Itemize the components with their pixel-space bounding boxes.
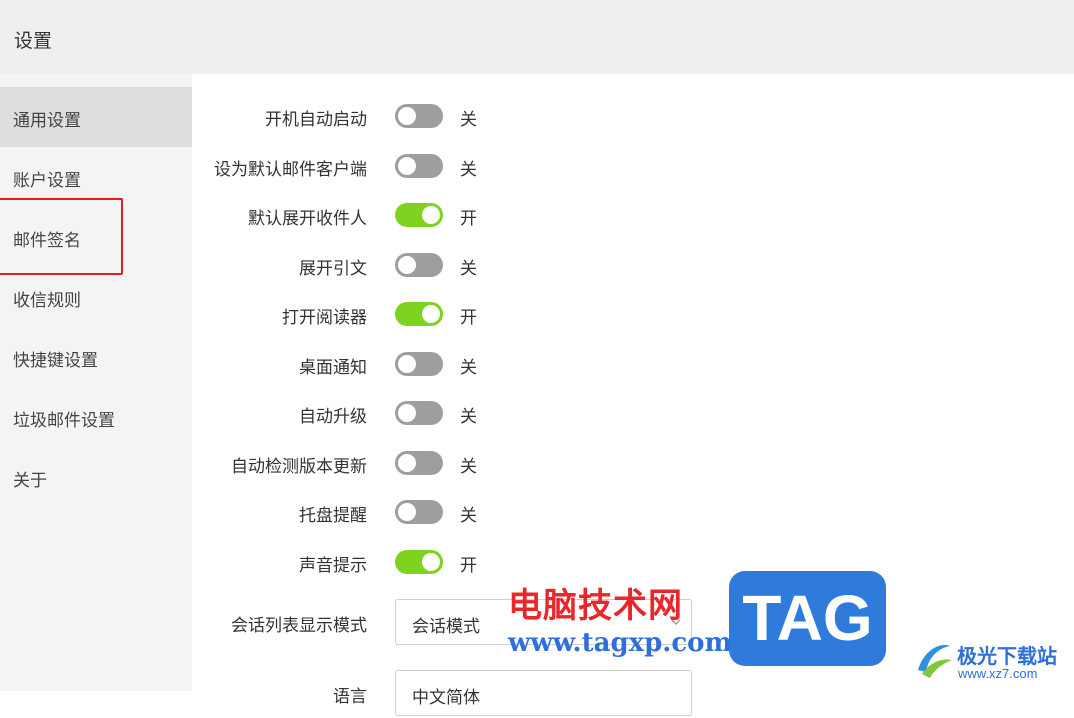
- toggle-switch[interactable]: [395, 154, 443, 178]
- toggle-switch[interactable]: [395, 352, 443, 376]
- toggle-switch[interactable]: [395, 451, 443, 475]
- sidebar-item-label: 账户设置: [13, 171, 81, 191]
- toggle-knob: [398, 157, 416, 175]
- toggle-state: 关: [460, 407, 477, 427]
- setting-label: 托盘提醒: [299, 506, 367, 526]
- toggle-state: 关: [460, 110, 477, 130]
- header-bar: 设置: [0, 0, 1074, 74]
- setting-label: 声音提示: [299, 556, 367, 576]
- sidebar-item-spam[interactable]: 垃圾邮件设置: [0, 387, 192, 447]
- toggle-state: 关: [460, 358, 477, 378]
- sidebar-item-label: 通用设置: [13, 111, 81, 131]
- watermark-url: www.tagxp.com: [508, 628, 733, 658]
- setting-row-auto-upgrade: 自动升级 关: [192, 393, 1074, 433]
- setting-row-reader: 打开阅读器 开: [192, 294, 1074, 334]
- watermark-site-name: 极光下载站: [957, 644, 1057, 668]
- sidebar-item-label: 关于: [13, 471, 47, 491]
- setting-row-tray-alert: 托盘提醒 关: [192, 492, 1074, 532]
- setting-row-autostart: 开机自动启动 关: [192, 96, 1074, 136]
- setting-label: 自动升级: [299, 407, 367, 427]
- sidebar-item-label: 快捷键设置: [13, 351, 98, 371]
- setting-label: 打开阅读器: [282, 308, 367, 328]
- watermark-text: 电脑技术网: [508, 586, 683, 626]
- sidebar-item-label: 垃圾邮件设置: [13, 411, 115, 431]
- toggle-switch[interactable]: [395, 104, 443, 128]
- sidebar-item-general[interactable]: 通用设置: [0, 87, 192, 147]
- select-value: 中文简体: [412, 688, 480, 708]
- toggle-knob: [398, 107, 416, 125]
- toggle-knob: [398, 355, 416, 373]
- toggle-knob: [398, 454, 416, 472]
- toggle-switch[interactable]: [395, 203, 443, 227]
- select-value: 会话模式: [412, 617, 480, 637]
- setting-label: 展开引文: [299, 259, 367, 279]
- setting-row-expand-quote: 展开引文 关: [192, 245, 1074, 285]
- setting-row-sound: 声音提示 开: [192, 542, 1074, 582]
- toggle-knob: [398, 404, 416, 422]
- setting-row-desktop-notify: 桌面通知 关: [192, 344, 1074, 384]
- sidebar-item-shortcuts[interactable]: 快捷键设置: [0, 327, 192, 387]
- aurora-logo-icon: [918, 645, 952, 678]
- setting-row-default-client: 设为默认邮件客户端 关: [192, 146, 1074, 186]
- setting-label: 语言: [333, 687, 367, 707]
- page-title: 设置: [14, 30, 53, 52]
- sidebar-item-about[interactable]: 关于: [0, 447, 192, 507]
- toggle-switch[interactable]: [395, 550, 443, 574]
- setting-row-expand-recipients: 默认展开收件人 开: [192, 195, 1074, 235]
- toggle-switch[interactable]: [395, 401, 443, 425]
- toggle-knob: [398, 503, 416, 521]
- setting-label: 开机自动启动: [265, 110, 367, 130]
- setting-label: 桌面通知: [299, 358, 367, 378]
- toggle-knob: [422, 553, 440, 571]
- sidebar: 通用设置 账户设置 邮件签名 收信规则 快捷键设置 垃圾邮件设置 关于: [0, 74, 192, 691]
- watermark-tag-text: TAG: [742, 582, 873, 654]
- language-select[interactable]: 中文简体: [395, 670, 692, 716]
- toggle-state: 关: [460, 259, 477, 279]
- toggle-state: 开: [460, 209, 477, 229]
- setting-label: 设为默认邮件客户端: [214, 160, 367, 180]
- toggle-switch[interactable]: [395, 302, 443, 326]
- toggle-switch[interactable]: [395, 500, 443, 524]
- watermark-site-url: www.xz7.com: [958, 666, 1038, 681]
- setting-row-check-update: 自动检测版本更新 关: [192, 443, 1074, 483]
- highlight-box: [0, 198, 123, 275]
- toggle-state: 关: [460, 506, 477, 526]
- toggle-state: 关: [460, 160, 477, 180]
- toggle-state: 关: [460, 457, 477, 477]
- watermark-tag-logo: TAG: [729, 571, 886, 666]
- toggle-knob: [398, 256, 416, 274]
- toggle-knob: [422, 305, 440, 323]
- toggle-state: 开: [460, 556, 477, 576]
- toggle-switch[interactable]: [395, 253, 443, 277]
- toggle-state: 开: [460, 308, 477, 328]
- sidebar-item-label: 收信规则: [13, 291, 81, 311]
- setting-label: 默认展开收件人: [248, 209, 367, 229]
- setting-label: 自动检测版本更新: [231, 457, 367, 477]
- toggle-knob: [422, 206, 440, 224]
- sidebar-item-rules[interactable]: 收信规则: [0, 267, 192, 327]
- setting-label: 会话列表显示模式: [231, 616, 367, 636]
